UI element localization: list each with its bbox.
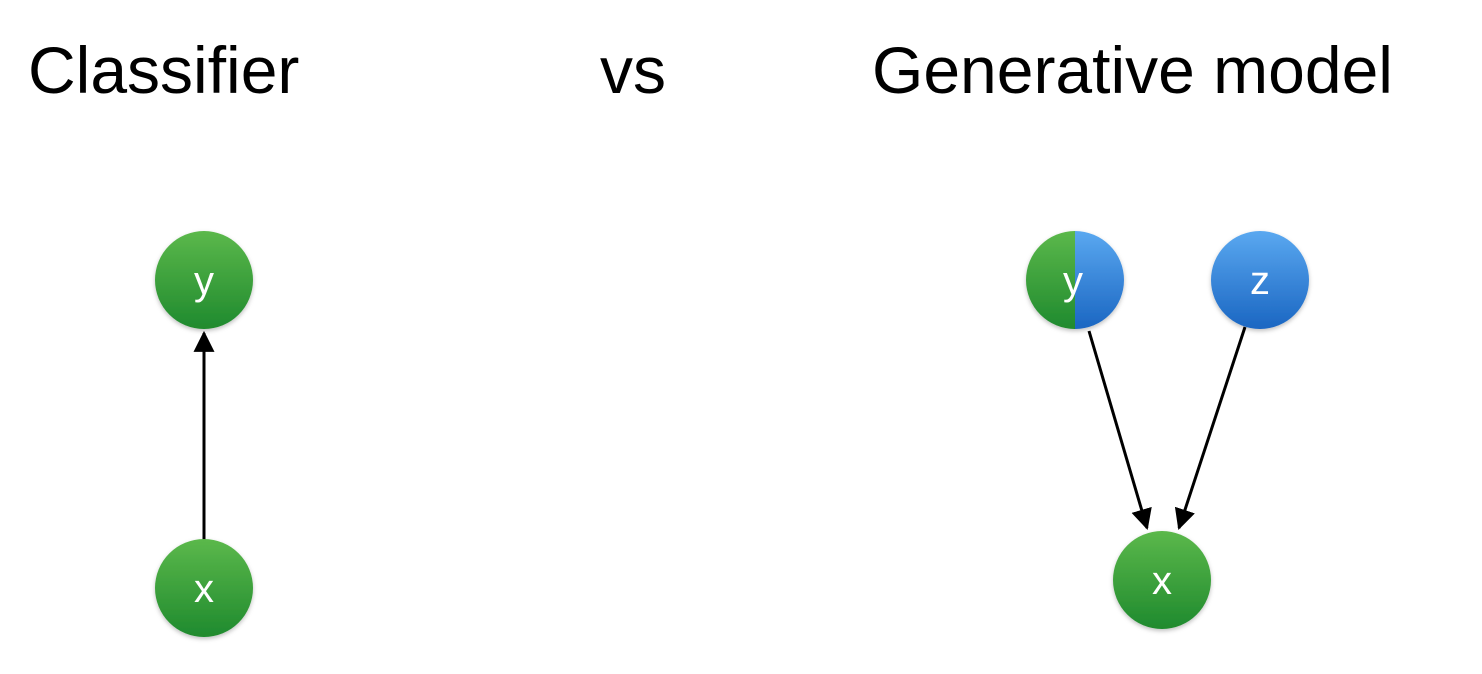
classifier-node-y-label: y xyxy=(194,259,214,303)
generative-node-x: x xyxy=(1113,531,1211,629)
generative-edge-y-to-x xyxy=(1087,330,1152,531)
generative-node-y: y xyxy=(1026,231,1124,329)
classifier-node-x-label: x xyxy=(194,567,214,611)
classifier-node-y: y xyxy=(155,231,253,329)
classifier-node-x: x xyxy=(155,539,253,637)
generative-node-z: z xyxy=(1211,231,1309,329)
generative-node-y-label: y xyxy=(1063,259,1083,303)
diagram-canvas: y x y z x xyxy=(155,231,1309,637)
generative-node-x-label: x xyxy=(1152,559,1172,603)
generative-edge-z-to-x xyxy=(1174,326,1247,530)
generative-node-z-label: z xyxy=(1250,259,1270,303)
